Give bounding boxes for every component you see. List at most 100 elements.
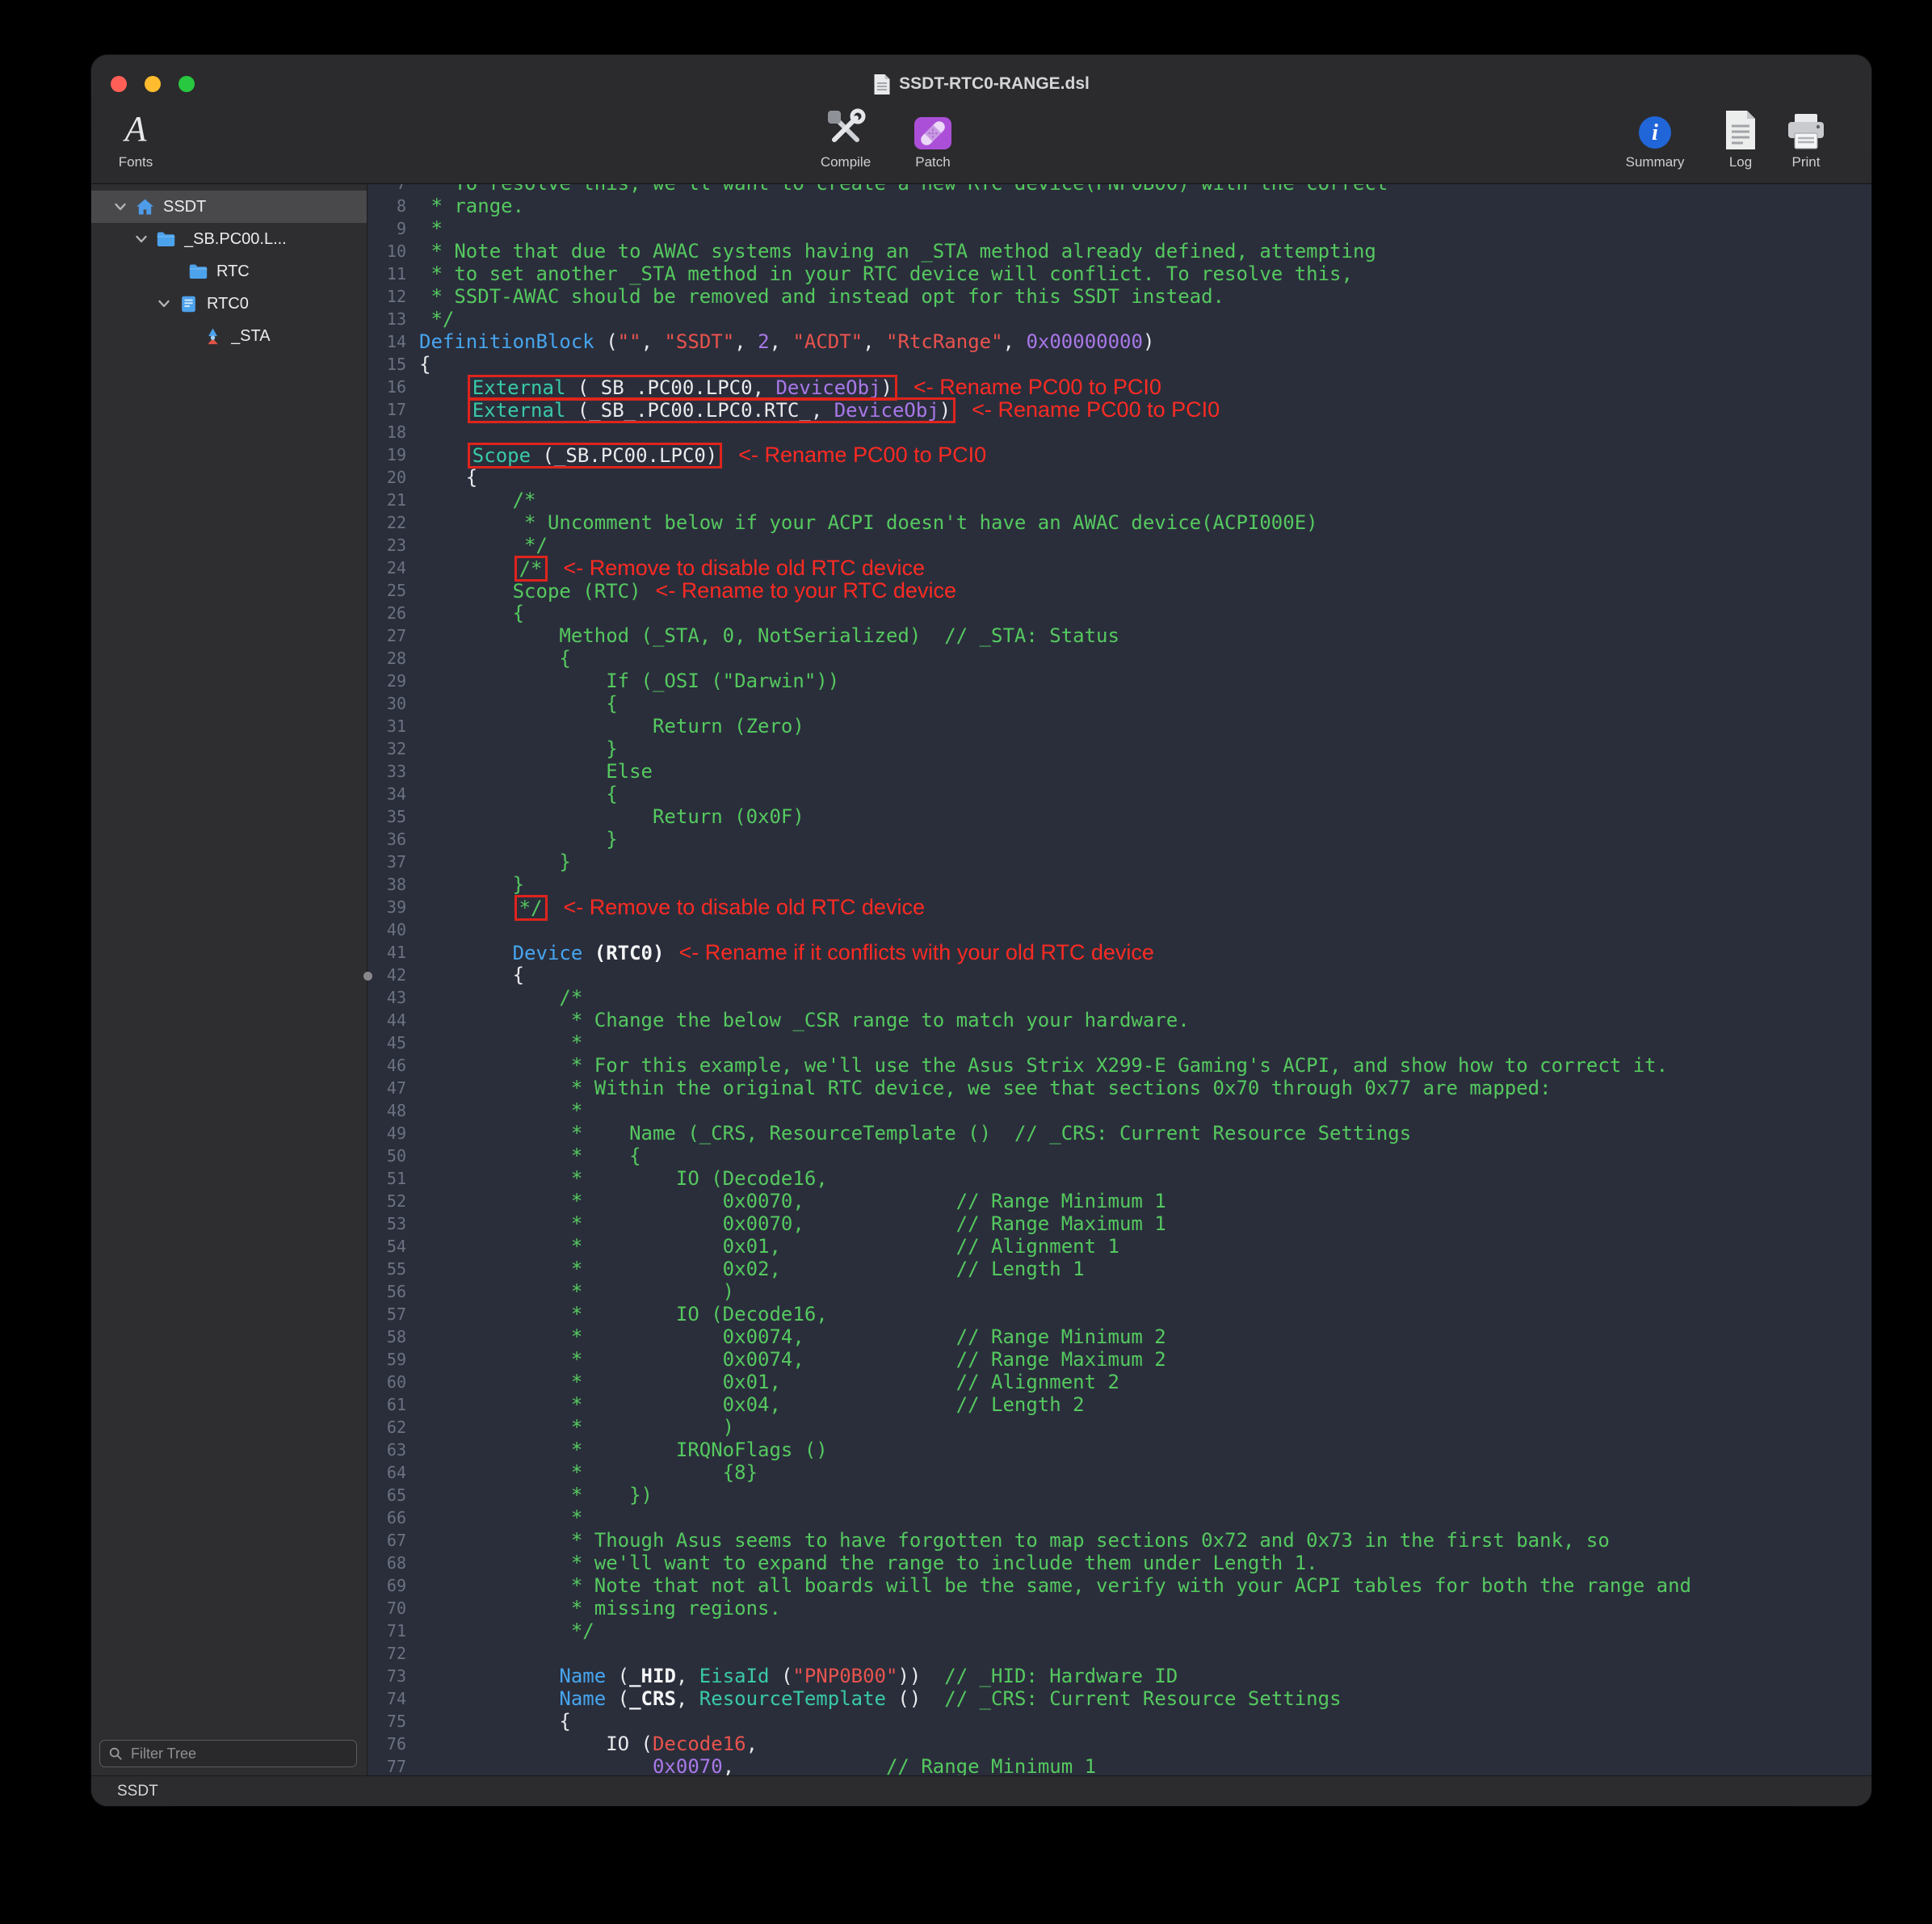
- code-line: 10 * Note that due to AWAC systems havin…: [368, 240, 1871, 263]
- tree-item-rtc[interactable]: RTC: [91, 255, 367, 288]
- code-line: 34 {: [368, 783, 1871, 805]
- main-content: SSDT_SB.PC00.L...RTCRTC0_STA 7 * To reso…: [91, 184, 1871, 1775]
- code-line: 21 /*: [368, 489, 1871, 511]
- code-text: * IO (Decode16,: [419, 1303, 828, 1325]
- code-text: * }): [419, 1484, 653, 1506]
- code-line: 45 *: [368, 1031, 1871, 1054]
- code-segment: {: [419, 647, 571, 670]
- code-segment: [419, 376, 466, 399]
- line-number: 42: [368, 964, 419, 986]
- compile-button[interactable]: Compile: [797, 103, 894, 170]
- code-line: 41 Device (RTC0)<- Rename if it conflict…: [368, 941, 1871, 964]
- code-text: *: [419, 1506, 582, 1529]
- code-segment: DefinitionBlock: [419, 330, 594, 353]
- code-segment: * SSDT-AWAC should be removed and instea…: [419, 285, 1224, 308]
- splitter-handle[interactable]: [363, 972, 372, 981]
- code-text: * To resolve this, we'll want to create …: [419, 184, 1388, 195]
- line-number: 14: [368, 330, 419, 353]
- code-segment: */: [419, 308, 454, 330]
- code-segment: 0x00000000: [1026, 330, 1143, 353]
- code-segment: Scope (RTC): [419, 580, 641, 603]
- fonts-button[interactable]: A Fonts: [91, 103, 180, 170]
- line-number: 43: [368, 986, 419, 1009]
- code-text: * 0x0074, // Range Minimum 2: [419, 1325, 1166, 1348]
- patch-button[interactable]: Patch: [884, 103, 981, 170]
- code-editor[interactable]: 7 * To resolve this, we'll want to creat…: [368, 184, 1871, 1775]
- code-text: * 0x0074, // Range Maximum 2: [419, 1348, 1166, 1371]
- code-segment: ,: [1003, 330, 1027, 353]
- filter-tree-input[interactable]: [99, 1740, 357, 1767]
- line-number: 58: [368, 1325, 419, 1348]
- code-line: 33 Else: [368, 760, 1871, 783]
- line-number: 71: [368, 1619, 419, 1642]
- code-segment: (_SB_.PC00.LPC0,: [565, 376, 775, 399]
- line-number: 12: [368, 285, 419, 308]
- compile-icon: [824, 103, 867, 152]
- line-number: 22: [368, 511, 419, 534]
- code-segment: (_SB_.PC00.LPC0.RTC_,: [565, 399, 834, 422]
- chevron-down-icon[interactable]: [130, 231, 153, 247]
- code-segment: ,: [734, 330, 758, 353]
- code-segment: // Range Minimum 1: [734, 1755, 1096, 1775]
- code-segment: EisaId: [699, 1665, 770, 1687]
- code-segment: * Note that due to AWAC systems having a…: [419, 240, 1376, 263]
- code-text: }: [419, 851, 571, 873]
- line-number: 24: [368, 557, 419, 579]
- code-text: Return (Zero): [419, 715, 804, 737]
- line-number: 70: [368, 1597, 419, 1619]
- code-segment: Name: [559, 1665, 606, 1687]
- code-segment: [419, 557, 513, 580]
- code-segment: *: [419, 1099, 582, 1122]
- line-number: 35: [368, 805, 419, 828]
- code-segment: }: [419, 828, 618, 851]
- chevron-down-icon[interactable]: [153, 296, 175, 312]
- code-segment: * {: [419, 1145, 641, 1167]
- compile-label: Compile: [821, 154, 871, 170]
- window-header: SSDT-RTC0-RANGE.dsl A Fonts Compile: [91, 55, 1871, 184]
- code-segment: ): [939, 399, 951, 422]
- code-text: IO (Decode16,: [419, 1733, 758, 1755]
- line-number: 73: [368, 1665, 419, 1687]
- code-line: 64 * {8}: [368, 1461, 1871, 1484]
- code-segment: *: [419, 1031, 582, 1054]
- code-line: 70 * missing regions.: [368, 1597, 1871, 1619]
- annotation-box: External (_SB_.PC00.LPC0.RTC_, DeviceObj…: [468, 399, 956, 422]
- code-text: */: [419, 1619, 594, 1642]
- code-segment: IO (: [419, 1733, 653, 1755]
- chevron-down-icon[interactable]: [109, 199, 132, 215]
- code-segment: "SSDT": [664, 330, 734, 353]
- code-line: 42 {: [368, 964, 1871, 986]
- code-segment: [419, 444, 466, 467]
- code-segment: // _CRS: Current Resource Settings: [921, 1687, 1341, 1710]
- code-text: External (_SB_.PC00.LPC0.RTC_, DeviceObj…: [419, 398, 1220, 421]
- window-title-area: SSDT-RTC0-RANGE.dsl: [91, 71, 1871, 97]
- tree-item-ssdt[interactable]: SSDT: [91, 191, 367, 223]
- code-text: * {8}: [419, 1461, 758, 1484]
- code-line: 65 * }): [368, 1484, 1871, 1506]
- code-segment: // _HID: Hardware ID: [921, 1665, 1178, 1687]
- tree-item-sb-pc00-l[interactable]: _SB.PC00.L...: [91, 223, 367, 255]
- tree-item-rtc0[interactable]: RTC0: [91, 288, 367, 320]
- code-line: 66 *: [368, 1506, 1871, 1529]
- line-number: 29: [368, 670, 419, 692]
- code-segment: "PNP0B00": [792, 1665, 897, 1687]
- line-number: 59: [368, 1348, 419, 1371]
- code-text: DefinitionBlock ("", "SSDT", 2, "ACDT", …: [419, 330, 1154, 353]
- code-segment: * }): [419, 1484, 653, 1506]
- code-text: * {: [419, 1145, 641, 1167]
- code-line: 60 * 0x01, // Alignment 2: [368, 1371, 1871, 1393]
- code-segment: * 0x01, // Alignment 2: [419, 1371, 1119, 1393]
- code-segment: * we'll want to expand the range to incl…: [419, 1552, 1318, 1574]
- code-line: 24 /*<- Remove to disable old RTC device: [368, 557, 1871, 579]
- maciasl-window: SSDT-RTC0-RANGE.dsl A Fonts Compile: [91, 55, 1871, 1806]
- code-segment: Else: [419, 760, 653, 783]
- summary-button[interactable]: i Summary: [1606, 103, 1703, 170]
- code-segment: ,: [676, 1687, 699, 1710]
- line-number: 49: [368, 1122, 419, 1145]
- print-button[interactable]: Print: [1758, 103, 1854, 170]
- code-segment: * range.: [419, 195, 524, 217]
- code-segment: {: [419, 466, 477, 489]
- code-segment: (: [594, 330, 618, 353]
- code-line: 26 {: [368, 602, 1871, 624]
- tree-item-sta[interactable]: _STA: [91, 320, 367, 352]
